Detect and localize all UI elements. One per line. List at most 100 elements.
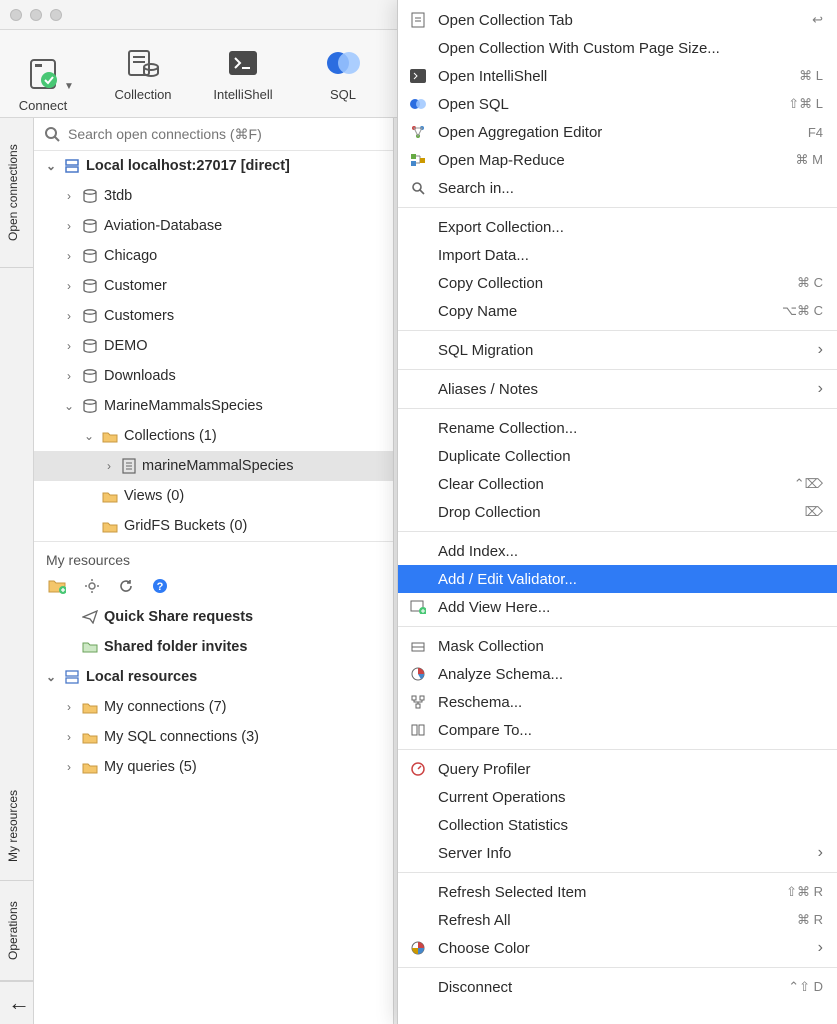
- menu-label: Collection Statistics: [438, 817, 823, 834]
- gear-icon[interactable]: [84, 578, 100, 594]
- aggregation-icon: [408, 125, 428, 139]
- connect-button[interactable]: Connect ▼: [8, 56, 78, 92]
- intellishell-button[interactable]: IntelliShell: [208, 45, 278, 102]
- my-sql-item[interactable]: ›My SQL connections (3): [34, 722, 393, 752]
- chevron-right-icon: ›: [62, 215, 76, 237]
- quick-share-item[interactable]: ›Quick Share requests: [34, 602, 393, 632]
- submenu-arrow-icon: ›: [818, 341, 823, 359]
- views-folder[interactable]: ›Views (0): [34, 481, 393, 511]
- chevron-right-icon: ›: [62, 275, 76, 297]
- rail-tab-open-connections[interactable]: Open connections: [0, 118, 33, 268]
- gridfs-folder[interactable]: ›GridFS Buckets (0): [34, 511, 393, 541]
- db-item-3tdb[interactable]: ›3tdb: [34, 181, 393, 211]
- pie-chart-icon: [408, 667, 428, 681]
- connect-icon: [25, 56, 61, 92]
- views-label: Views (0): [124, 485, 184, 507]
- menu-sql-migration[interactable]: SQL Migration›: [398, 336, 837, 364]
- separator: [398, 531, 837, 532]
- db-item-chicago[interactable]: ›Chicago: [34, 241, 393, 271]
- menu-aliases-notes[interactable]: Aliases / Notes›: [398, 375, 837, 403]
- menu-add-edit-validator[interactable]: Add / Edit Validator...: [398, 565, 837, 593]
- menu-current-operations[interactable]: Current Operations: [398, 783, 837, 811]
- menu-open-sql[interactable]: Open SQL⇧⌘ L: [398, 90, 837, 118]
- menu-duplicate-collection[interactable]: Duplicate Collection: [398, 442, 837, 470]
- menu-mask-collection[interactable]: Mask Collection: [398, 632, 837, 660]
- menu-copy-name[interactable]: Copy Name⌥⌘ C: [398, 297, 837, 325]
- collection-button[interactable]: Collection: [108, 45, 178, 102]
- collections-folder[interactable]: ⌄Collections (1): [34, 421, 393, 451]
- menu-label: Aliases / Notes: [438, 381, 808, 398]
- return-icon: ↩: [812, 12, 823, 28]
- menu-clear-collection[interactable]: Clear Collection⌃⌦: [398, 470, 837, 498]
- menu-open-custom-page[interactable]: Open Collection With Custom Page Size...: [398, 34, 837, 62]
- chevron-right-icon: ›: [62, 696, 76, 718]
- shortcut: ⌘ R: [797, 912, 823, 928]
- help-icon[interactable]: ?: [152, 578, 168, 594]
- menu-label: Add View Here...: [438, 599, 823, 616]
- rail-tab-my-resources[interactable]: My resources: [0, 771, 33, 881]
- back-arrow-icon[interactable]: ←: [0, 981, 33, 1024]
- menu-label: Open Collection With Custom Page Size...: [438, 40, 823, 57]
- db-item-downloads[interactable]: ›Downloads: [34, 361, 393, 391]
- collection-item-marinemammal[interactable]: ›marineMammalSpecies: [34, 451, 393, 481]
- menu-reschema[interactable]: Reschema...: [398, 688, 837, 716]
- db-item-customer[interactable]: ›Customer: [34, 271, 393, 301]
- sql-button[interactable]: SQL: [308, 45, 378, 102]
- minimize-window-button[interactable]: [30, 9, 42, 21]
- menu-add-view[interactable]: Add View Here...: [398, 593, 837, 621]
- menu-disconnect[interactable]: Disconnect⌃⇧ D: [398, 973, 837, 1001]
- submenu-arrow-icon: ›: [818, 844, 823, 862]
- my-connections-label: My connections (7): [104, 696, 227, 718]
- rail-tab-operations[interactable]: Operations: [0, 881, 33, 981]
- menu-server-info[interactable]: Server Info›: [398, 839, 837, 867]
- chevron-right-icon: ›: [62, 365, 76, 387]
- menu-collection-stats[interactable]: Collection Statistics: [398, 811, 837, 839]
- menu-refresh-selected[interactable]: Refresh Selected Item⇧⌘ R: [398, 878, 837, 906]
- menu-analyze-schema[interactable]: Analyze Schema...: [398, 660, 837, 688]
- mapreduce-icon: [408, 153, 428, 167]
- search-input[interactable]: [68, 126, 383, 142]
- svg-text:?: ?: [157, 581, 164, 593]
- menu-import-data[interactable]: Import Data...: [398, 241, 837, 269]
- shared-invites-item[interactable]: ›Shared folder invites: [34, 632, 393, 662]
- menu-open-aggregation[interactable]: Open Aggregation EditorF4: [398, 118, 837, 146]
- menu-query-profiler[interactable]: Query Profiler: [398, 755, 837, 783]
- document-icon: [122, 458, 136, 474]
- menu-export-collection[interactable]: Export Collection...: [398, 213, 837, 241]
- search-bar[interactable]: [34, 118, 393, 151]
- connection-root[interactable]: ⌄ Local localhost:27017 [direct]: [34, 151, 393, 181]
- db-item-aviation[interactable]: ›Aviation-Database: [34, 211, 393, 241]
- menu-label: Compare To...: [438, 722, 823, 739]
- menu-label: Query Profiler: [438, 761, 823, 778]
- my-connections-item[interactable]: › My connections (7): [34, 692, 393, 722]
- menu-label: Add Index...: [438, 543, 823, 560]
- chevron-right-icon: ›: [102, 455, 116, 477]
- db-item-marine[interactable]: ⌄MarineMammalsSpecies: [34, 391, 393, 421]
- menu-open-intellishell[interactable]: Open IntelliShell⌘ L: [398, 62, 837, 90]
- folder-icon: [82, 731, 98, 744]
- menu-refresh-all[interactable]: Refresh All⌘ R: [398, 906, 837, 934]
- menu-open-mapreduce[interactable]: Open Map-Reduce⌘ M: [398, 146, 837, 174]
- menu-choose-color[interactable]: Choose Color›: [398, 934, 837, 962]
- menu-add-index[interactable]: Add Index...: [398, 537, 837, 565]
- menu-drop-collection[interactable]: Drop Collection⌦: [398, 498, 837, 526]
- maximize-window-button[interactable]: [50, 9, 62, 21]
- menu-search-in[interactable]: Search in...: [398, 174, 837, 202]
- database-icon: [82, 189, 98, 203]
- database-icon: [82, 279, 98, 293]
- menu-compare-to[interactable]: Compare To...: [398, 716, 837, 744]
- new-folder-icon[interactable]: [48, 578, 66, 594]
- menu-copy-collection[interactable]: Copy Collection⌘ C: [398, 269, 837, 297]
- sql-icon: [408, 97, 428, 111]
- database-icon: [82, 219, 98, 233]
- shortcut: ⌘ C: [797, 275, 823, 291]
- menu-open-collection-tab[interactable]: Open Collection Tab↩: [398, 6, 837, 34]
- local-resources-item[interactable]: ⌄Local resources: [34, 662, 393, 692]
- refresh-icon[interactable]: [118, 578, 134, 594]
- db-item-customers[interactable]: ›Customers: [34, 301, 393, 331]
- db-item-demo[interactable]: ›DEMO: [34, 331, 393, 361]
- my-sql-label: My SQL connections (3): [104, 726, 259, 748]
- my-queries-item[interactable]: ›My queries (5): [34, 752, 393, 782]
- close-window-button[interactable]: [10, 9, 22, 21]
- menu-rename-collection[interactable]: Rename Collection...: [398, 414, 837, 442]
